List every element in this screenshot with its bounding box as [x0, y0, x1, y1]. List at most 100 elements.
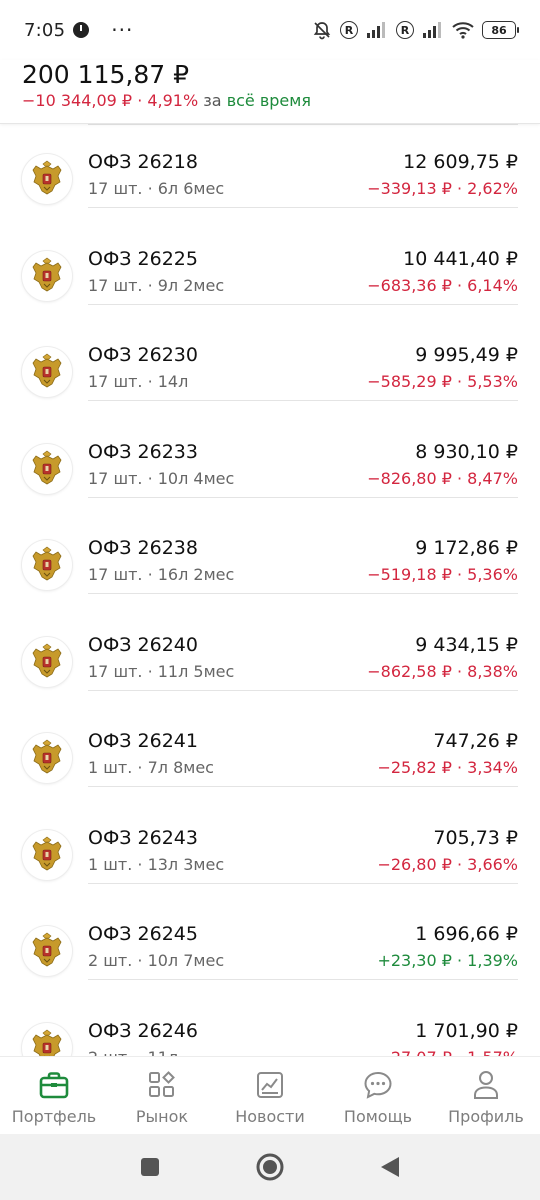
bond-quantity-term: 2 шт. · 11л — [88, 1045, 178, 1057]
system-nav-bar — [0, 1134, 540, 1200]
bond-row[interactable]: ОФЗ 26245 1 696,66 ₽ 2 шт. · 10л 7мес +2… — [0, 896, 540, 993]
status-time: 7:05 — [24, 19, 66, 41]
bond-row-body: ОФЗ 26241 747,26 ₽ 1 шт. · 7л 8мес −25,8… — [88, 727, 518, 787]
bond-name: ОФЗ 26218 — [88, 151, 198, 173]
mute-bell-icon — [312, 20, 332, 40]
bond-row[interactable]: ОФЗ 26238 9 172,86 ₽ 17 шт. · 16л 2мес −… — [0, 510, 540, 607]
bond-quantity-term: 1 шт. · 7л 8мес — [88, 758, 214, 777]
bond-value: 9 172,86 ₽ — [415, 537, 518, 559]
market-grid-icon — [146, 1069, 178, 1101]
person-icon — [470, 1069, 502, 1101]
bond-change: −519,18 ₽ · 5,36% — [367, 565, 518, 584]
russian-emblem-icon — [22, 636, 72, 687]
bond-row[interactable]: ОФЗ 26243 705,73 ₽ 1 шт. · 13л 3мес −26,… — [0, 800, 540, 897]
bond-quantity-term: 2 шт. · 10л 7мес — [88, 951, 225, 970]
bond-value: 9 434,15 ₽ — [415, 633, 518, 656]
bond-value: 747,26 ₽ — [433, 730, 518, 752]
registered-icon: R — [396, 21, 414, 39]
russian-emblem-icon — [22, 829, 72, 880]
russian-emblem-icon — [22, 540, 72, 590]
bond-name: ОФЗ 26225 — [88, 247, 198, 270]
nav-portfolio-label: Портфель — [11, 1107, 97, 1126]
bond-row-body: ОФЗ 26243 705,73 ₽ 1 шт. · 13л 3мес −26,… — [88, 824, 518, 884]
bond-change: −862,58 ₽ · 8,38% — [367, 661, 518, 681]
bond-value: 1 696,66 ₽ — [415, 923, 518, 945]
nav-market[interactable]: Рынок — [108, 1057, 216, 1134]
period-selector[interactable]: всё время — [227, 91, 311, 110]
status-bar: 7:05 ··· R R 86 — [0, 0, 540, 60]
russian-emblem-icon — [22, 733, 72, 783]
portfolio-total: 200 115,87 ₽ — [22, 60, 189, 89]
status-more-icon: ··· — [111, 18, 134, 42]
bond-change: −683,36 ₽ · 6,14% — [367, 275, 518, 295]
bond-quantity-term: 1 шт. · 13л 3мес — [88, 854, 225, 874]
portfolio-header: 200 115,87 ₽ −10 344,09 ₽ · 4,91% за всё… — [0, 60, 540, 124]
bond-quantity-term: 17 шт. · 14л — [88, 372, 189, 391]
signal-icon — [422, 21, 444, 39]
bond-row[interactable]: ОФЗ 26230 9 995,49 ₽ 17 шт. · 14л −585,2… — [0, 317, 540, 414]
nav-news-label: Новости — [235, 1107, 305, 1126]
bond-change: −585,29 ₽ · 5,53% — [367, 372, 518, 391]
bond-row-body: ОФЗ 26233 8 930,10 ₽ 17 шт. · 10л 4мес −… — [88, 438, 518, 498]
bond-quantity-term: 17 шт. · 6л 6мес — [88, 179, 225, 198]
wifi-icon — [452, 21, 474, 39]
bond-list: ОФЗ 26218 12 609,75 ₽ 17 шт. · 6л 6мес −… — [0, 124, 540, 1056]
russian-emblem-icon — [22, 347, 72, 397]
clock-icon — [73, 22, 90, 38]
registered-icon: R — [340, 21, 358, 39]
bond-row-body: ОФЗ 26230 9 995,49 ₽ 17 шт. · 14л −585,2… — [88, 341, 518, 401]
portfolio-change-amount: −10 344,09 ₽ · 4,91% — [22, 91, 199, 110]
bond-value: 8 930,10 ₽ — [415, 440, 518, 463]
bond-row[interactable]: ОФЗ 26233 8 930,10 ₽ 17 шт. · 10л 4мес −… — [0, 414, 540, 511]
nav-help-label: Помощь — [343, 1107, 413, 1126]
nav-help[interactable]: Помощь — [324, 1057, 432, 1134]
bond-row[interactable]: ОФЗ 26246 1 701,90 ₽ 2 шт. · 11л −27,07 … — [0, 993, 540, 1057]
bond-name: ОФЗ 26240 — [88, 633, 198, 656]
battery-icon: 86 — [482, 21, 519, 39]
bond-change: −339,13 ₽ · 2,62% — [367, 179, 518, 198]
bond-change: −27,07 ₽ · 1,57% — [377, 1045, 518, 1057]
nav-profile[interactable]: Профиль — [432, 1057, 540, 1134]
bond-change: −826,80 ₽ · 8,47% — [367, 468, 518, 488]
bond-value: 1 701,90 ₽ — [415, 1019, 518, 1042]
bond-quantity-term: 17 шт. · 10л 4мес — [88, 468, 235, 488]
bond-row-body: ОФЗ 26238 9 172,86 ₽ 17 шт. · 16л 2мес −… — [88, 534, 518, 594]
bond-quantity-term: 17 шт. · 11л 5мес — [88, 661, 235, 681]
bond-row-body: ОФЗ 26240 9 434,15 ₽ 17 шт. · 11л 5мес −… — [88, 631, 518, 691]
nav-portfolio[interactable]: Портфель — [0, 1057, 108, 1134]
briefcase-icon — [38, 1069, 70, 1101]
back-triangle-icon[interactable] — [375, 1152, 405, 1182]
bond-row[interactable]: ОФЗ 26240 9 434,15 ₽ 17 шт. · 11л 5мес −… — [0, 607, 540, 704]
nav-profile-label: Профиль — [448, 1107, 524, 1126]
bond-row-body: ОФЗ 26225 10 441,40 ₽ 17 шт. · 9л 2мес −… — [88, 245, 518, 305]
bond-change: −25,82 ₽ · 3,34% — [377, 758, 518, 777]
bond-name: ОФЗ 26246 — [88, 1019, 198, 1042]
bond-name: ОФЗ 26243 — [88, 826, 198, 849]
bond-name: ОФЗ 26241 — [88, 730, 198, 752]
home-circle-icon[interactable] — [255, 1152, 285, 1182]
russian-emblem-icon — [22, 250, 72, 301]
bond-change: −26,80 ₽ · 3,66% — [377, 854, 518, 874]
russian-emblem-icon — [22, 154, 72, 204]
russian-emblem-icon — [22, 1022, 72, 1056]
bond-change: +23,30 ₽ · 1,39% — [377, 951, 518, 970]
bond-name: ОФЗ 26238 — [88, 537, 198, 559]
bond-quantity-term: 17 шт. · 16л 2мес — [88, 565, 235, 584]
chat-bubble-icon — [362, 1069, 394, 1101]
nav-news[interactable]: Новости — [216, 1057, 324, 1134]
bond-value: 12 609,75 ₽ — [403, 151, 518, 173]
bottom-nav: Портфель Рынок Новости Помощь Профиль — [0, 1056, 540, 1134]
bond-name: ОФЗ 26230 — [88, 344, 198, 366]
bond-value: 9 995,49 ₽ — [415, 344, 518, 366]
bond-row-body: ОФЗ 26218 12 609,75 ₽ 17 шт. · 6л 6мес −… — [88, 148, 518, 208]
bond-name: ОФЗ 26233 — [88, 440, 198, 463]
bond-row-body: ОФЗ 26246 1 701,90 ₽ 2 шт. · 11л −27,07 … — [88, 1017, 518, 1057]
bond-value: 705,73 ₽ — [433, 826, 518, 849]
portfolio-change-for: за — [203, 91, 222, 110]
bond-row[interactable]: ОФЗ 26225 10 441,40 ₽ 17 шт. · 9л 2мес −… — [0, 221, 540, 318]
recents-square-icon[interactable] — [135, 1152, 165, 1182]
bond-row[interactable]: ОФЗ 26241 747,26 ₽ 1 шт. · 7л 8мес −25,8… — [0, 703, 540, 800]
bond-row[interactable]: ОФЗ 26218 12 609,75 ₽ 17 шт. · 6л 6мес −… — [0, 124, 540, 221]
russian-emblem-icon — [22, 926, 72, 976]
bond-row-body: ОФЗ 26245 1 696,66 ₽ 2 шт. · 10л 7мес +2… — [88, 920, 518, 980]
